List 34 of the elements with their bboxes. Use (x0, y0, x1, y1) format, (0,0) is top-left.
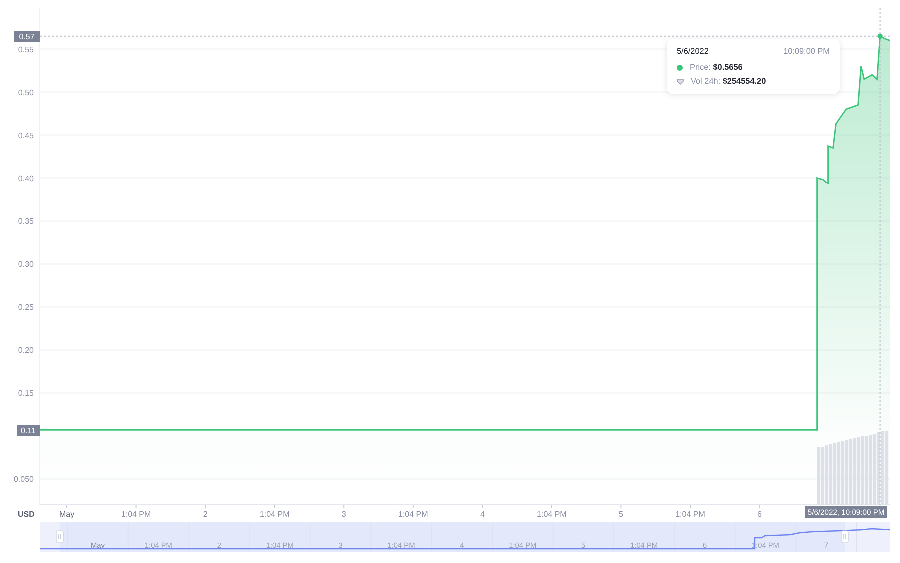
axis-unit-label: USD (18, 510, 35, 519)
y-axis-label: 0.45 (18, 131, 34, 140)
hover-point (878, 34, 883, 39)
price-badge: 0.57 (14, 31, 40, 42)
range-handle[interactable] (56, 530, 64, 544)
x-axis-label: 1:04 PM (537, 510, 567, 519)
x-axis-label: 6 (758, 510, 762, 519)
range-handle[interactable] (841, 530, 849, 544)
x-axis-label: May (59, 510, 75, 519)
x-axis-label: 5 (619, 510, 624, 519)
y-axis-label: 0.25 (18, 303, 34, 312)
y-axis-label: 0.35 (18, 217, 34, 226)
x-axis-label: 2 (203, 510, 208, 519)
legend-dot-icon (677, 64, 683, 70)
x-axis-label: 4 (480, 510, 485, 519)
tooltip-date: 5/6/2022 (677, 47, 709, 56)
y-axis-label: 0.050 (14, 475, 34, 484)
y-axis-label: 0.30 (18, 260, 34, 270)
x-axis-label: 1:04 PM (121, 510, 152, 519)
volume-icon (677, 78, 684, 84)
y-axis-label: 0.55 (18, 45, 34, 54)
y-axis-label: 0.20 (18, 346, 34, 356)
tooltip-value: Price: $0.5656 (690, 63, 743, 72)
y-axis-label: 0.40 (18, 174, 34, 184)
tooltip-time: 10:09:00 PM (784, 47, 830, 56)
x-axis-label: 3 (342, 510, 346, 519)
price-badge: 0.11 (17, 425, 40, 436)
y-axis-label: 0.50 (18, 88, 34, 98)
x-axis-label: 1:04 PM (398, 510, 428, 519)
navigator-background[interactable] (40, 522, 890, 552)
y-axis-label: 0.15 (18, 389, 34, 398)
x-axis-label: 1:04 PM (260, 510, 290, 519)
x-axis-label: 1:04 PM (676, 510, 706, 519)
tooltip-value: Vol 24h: $254554.20 (691, 77, 766, 86)
